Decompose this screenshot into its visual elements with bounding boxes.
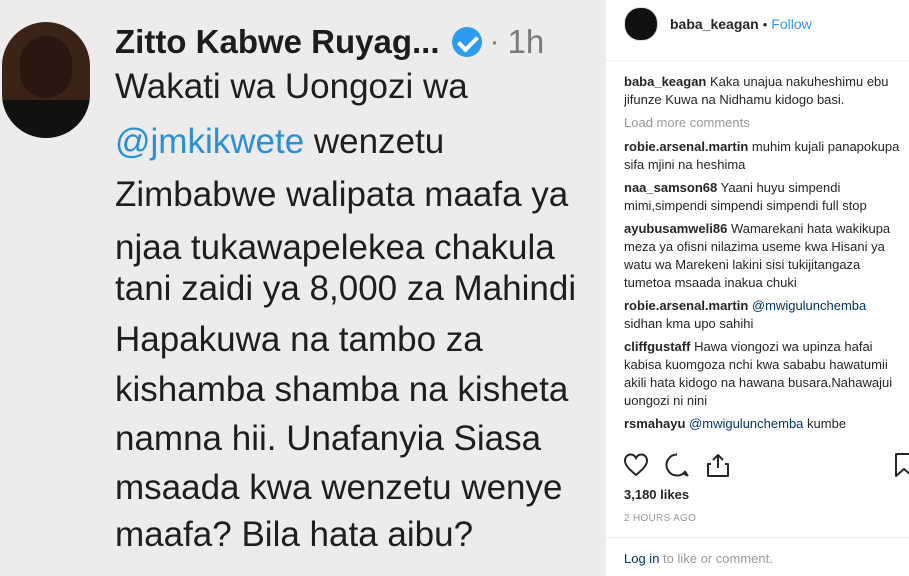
tweet-line: Zimbabwe walipata maafa ya	[115, 175, 569, 214]
tweet-line-text: wenzetu	[304, 122, 445, 161]
tweet-line: msaada kwa wenzetu wenye	[115, 468, 563, 507]
login-link[interactable]: Log in	[624, 551, 659, 566]
caption: baba_keagan Kaka unajua nakuheshimu ebu …	[624, 73, 906, 109]
avatar-face	[20, 36, 72, 98]
comment-username[interactable]: baba_keagan	[624, 74, 706, 89]
tweet-line: tani zaidi ya 8,000 za Mahindi	[115, 269, 577, 308]
verified-badge-icon	[451, 27, 482, 57]
tweet-author-avatar	[2, 22, 90, 138]
comment-username[interactable]: cliffgustaff	[624, 339, 690, 354]
comment-username[interactable]: robie.arsenal.martin	[624, 139, 748, 154]
tweet-line: kishamba shamba na kisheta	[115, 370, 569, 409]
avatar-shirt	[2, 100, 90, 138]
comment: cliffgustaff Hawa viongozi wa upinza haf…	[624, 338, 906, 410]
action-bar	[623, 452, 909, 480]
comment-username[interactable]: robie.arsenal.martin	[624, 298, 748, 313]
tweet-line: Hapakuwa na tambo za	[115, 320, 483, 359]
post-image: Zitto Kabwe Ruyag... · 1h Wakati wa Uong…	[0, 0, 605, 576]
comment-username[interactable]: rsmahayu	[624, 416, 685, 431]
tweet-author-name: Zitto Kabwe Ruyag...	[115, 23, 440, 60]
tweet-time: 1h	[507, 23, 545, 60]
comment: ayubusamweli86 Wamarekani hata wakikupa …	[624, 220, 906, 292]
avatar[interactable]	[624, 7, 658, 41]
header-separator: •	[762, 16, 768, 32]
login-prompt: Log in to like or comment.	[624, 551, 773, 566]
header-username[interactable]: baba_keagan	[670, 16, 759, 32]
comment-username[interactable]: naa_samson68	[624, 180, 717, 195]
comment: rsmahayu @mwigulunchemba kumbe	[624, 415, 906, 433]
tweet-line: namna hii. Unafanyia Siasa	[115, 419, 542, 458]
comment-username[interactable]: ayubusamweli86	[624, 221, 727, 236]
heart-icon[interactable]	[623, 452, 649, 478]
post-header: baba_keagan • Follow	[606, 0, 909, 48]
tweet-mention: @jmkikwete	[115, 122, 305, 161]
load-more-comments-button[interactable]: Load more comments	[624, 115, 906, 130]
bookmark-icon[interactable]	[893, 452, 909, 478]
tweet-header: Zitto Kabwe Ruyag... · 1h	[115, 12, 544, 72]
login-text: to like or comment.	[659, 551, 773, 566]
divider	[606, 60, 909, 61]
tweet-line: maafa? Bila hata aibu?	[115, 515, 474, 554]
comment: robie.arsenal.martin @mwigulunchemba sid…	[624, 297, 906, 333]
tweet-line: Wakati wa Uongozi wa	[115, 67, 468, 106]
comment-mention[interactable]: @mwigulunchemba	[689, 416, 803, 431]
post-timestamp[interactable]: 2 HOURS AGO	[624, 513, 696, 524]
comment: naa_samson68 Yaani huyu simpendi mimi,si…	[624, 179, 906, 215]
post-sidebar: baba_keagan • Follow baba_keagan Kaka un…	[605, 0, 909, 576]
comment: robie.arsenal.martin muhim kujali panapo…	[624, 138, 906, 174]
tweet-line: @jmkikwete wenzetu	[115, 122, 444, 162]
comments-list[interactable]: baba_keagan Kaka unajua nakuheshimu ebu …	[624, 73, 906, 444]
share-icon[interactable]	[705, 452, 731, 478]
tweet-line: njaa tukawapelekea chakula	[115, 228, 555, 267]
comment-text: sidhan kma upo sahihi	[624, 316, 754, 331]
comment-text: kumbe	[807, 416, 847, 431]
comment-mention[interactable]: @mwigulunchemba	[752, 298, 866, 313]
follow-button[interactable]: Follow	[771, 16, 811, 32]
likes-count[interactable]: 3,180 likes	[624, 487, 689, 502]
divider	[606, 537, 909, 538]
comment-icon[interactable]	[664, 452, 690, 478]
tweet-dot: ·	[489, 25, 500, 58]
